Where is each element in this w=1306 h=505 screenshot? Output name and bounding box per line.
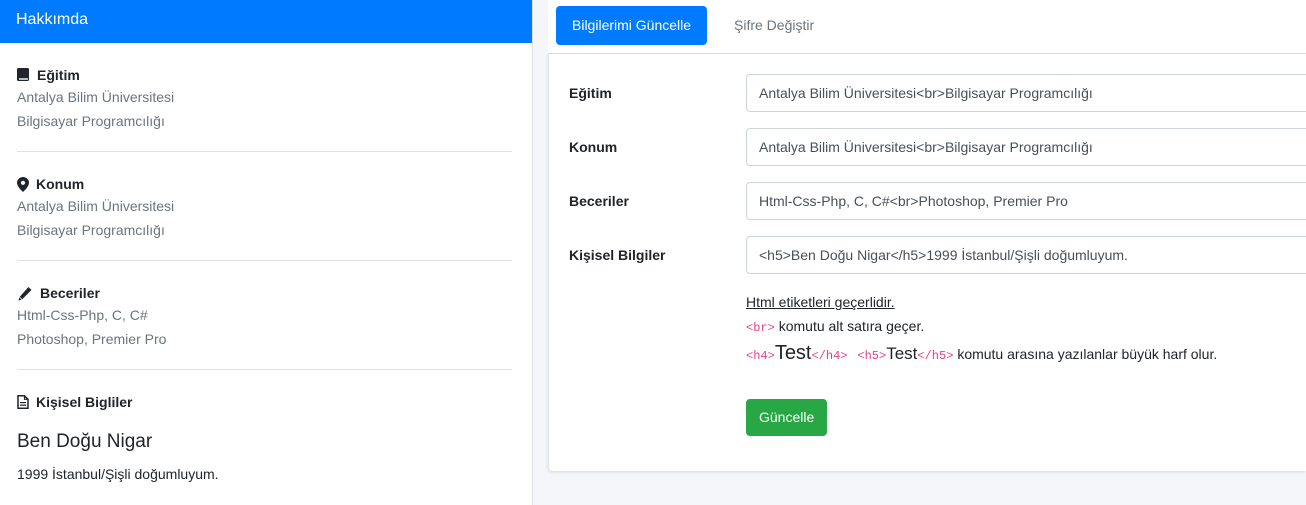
about-section-personal: Kişisel Bigliler Ben Doğu Nigar 1999 İst…	[17, 370, 512, 502]
about-section-title: Kişisel Bigliler	[36, 394, 133, 410]
about-section-line: Html-Css-Php, C, C#	[17, 307, 148, 323]
education-input[interactable]	[746, 74, 1306, 112]
about-section-title: Eğitim	[37, 67, 80, 83]
location-input[interactable]	[746, 128, 1306, 166]
education-label: Eğitim	[569, 85, 612, 101]
personal-input[interactable]	[746, 236, 1306, 274]
heading-help-text: komutu arasına yazılanlar büyük harf olu…	[957, 346, 1218, 362]
form-row-location: Konum	[549, 128, 1306, 166]
tab-bar: Bilgilerimi Güncelle Şifre Değiştir	[548, 0, 1306, 54]
about-section-line: Antalya Bilim Üniversitesi	[17, 198, 175, 214]
h4-open-code: <h4>	[746, 349, 775, 363]
personal-name: Ben Doğu Nigar	[17, 431, 153, 452]
h4-example: Test	[774, 342, 812, 364]
html-help-title: Html etiketleri geçerlidir.	[746, 294, 895, 310]
about-section-line: Bilgisayar Programcılığı	[17, 113, 165, 129]
h5-close-code: </h5>	[917, 349, 954, 363]
br-help-text: komutu alt satıra geçer.	[778, 318, 925, 334]
skills-label: Beceriler	[569, 193, 629, 209]
skills-input[interactable]	[746, 182, 1306, 220]
about-card: Hakkımda Eğitim Antalya Bilim Üniversite…	[0, 0, 533, 505]
about-section-education: Eğitim Antalya Bilim Üniversitesi Bilgis…	[17, 43, 512, 152]
location-label: Konum	[569, 139, 618, 155]
form-row-skills: Beceriler	[549, 182, 1306, 220]
about-section-line: Antalya Bilim Üniversitesi	[17, 89, 175, 105]
br-tag-code: <br>	[746, 321, 775, 335]
about-section-location: Konum Antalya Bilim Üniversitesi Bilgisa…	[17, 152, 512, 261]
about-section-title: Beceriler	[40, 285, 100, 301]
tab-change-password[interactable]: Şifre Değiştir	[718, 6, 830, 45]
about-section-skills: Beceriler Html-Css-Php, C, C# Photoshop,…	[17, 261, 512, 370]
form-row-education: Eğitim	[549, 74, 1306, 112]
tab-update-info[interactable]: Bilgilerimi Güncelle	[556, 6, 708, 45]
h5-open-code: <h5>	[857, 349, 887, 363]
update-form: Eğitim Konum Beceriler Kişisel Bilgiler …	[548, 54, 1306, 471]
file-text-icon	[17, 395, 29, 409]
h4-close-code: </h4>	[811, 349, 848, 363]
about-section-line: Bilgisayar Programcılığı	[17, 222, 165, 238]
about-header: Hakkımda	[0, 0, 532, 43]
h5-example: Test	[886, 344, 918, 363]
about-section-line: Photoshop, Premier Pro	[17, 331, 167, 347]
pencil-icon	[18, 286, 32, 300]
personal-label: Kişisel Bilgiler	[569, 247, 666, 263]
update-button[interactable]: Güncelle	[746, 399, 828, 436]
about-section-title: Konum	[36, 176, 85, 192]
html-help: Html etiketleri geçerlidir. <br> komutu …	[746, 290, 1217, 368]
map-marker-icon	[17, 176, 29, 192]
book-icon	[17, 68, 29, 81]
form-row-personal: Kişisel Bilgiler	[549, 236, 1306, 274]
personal-description: 1999 İstanbul/Şişli doğumluyum.	[17, 466, 219, 482]
